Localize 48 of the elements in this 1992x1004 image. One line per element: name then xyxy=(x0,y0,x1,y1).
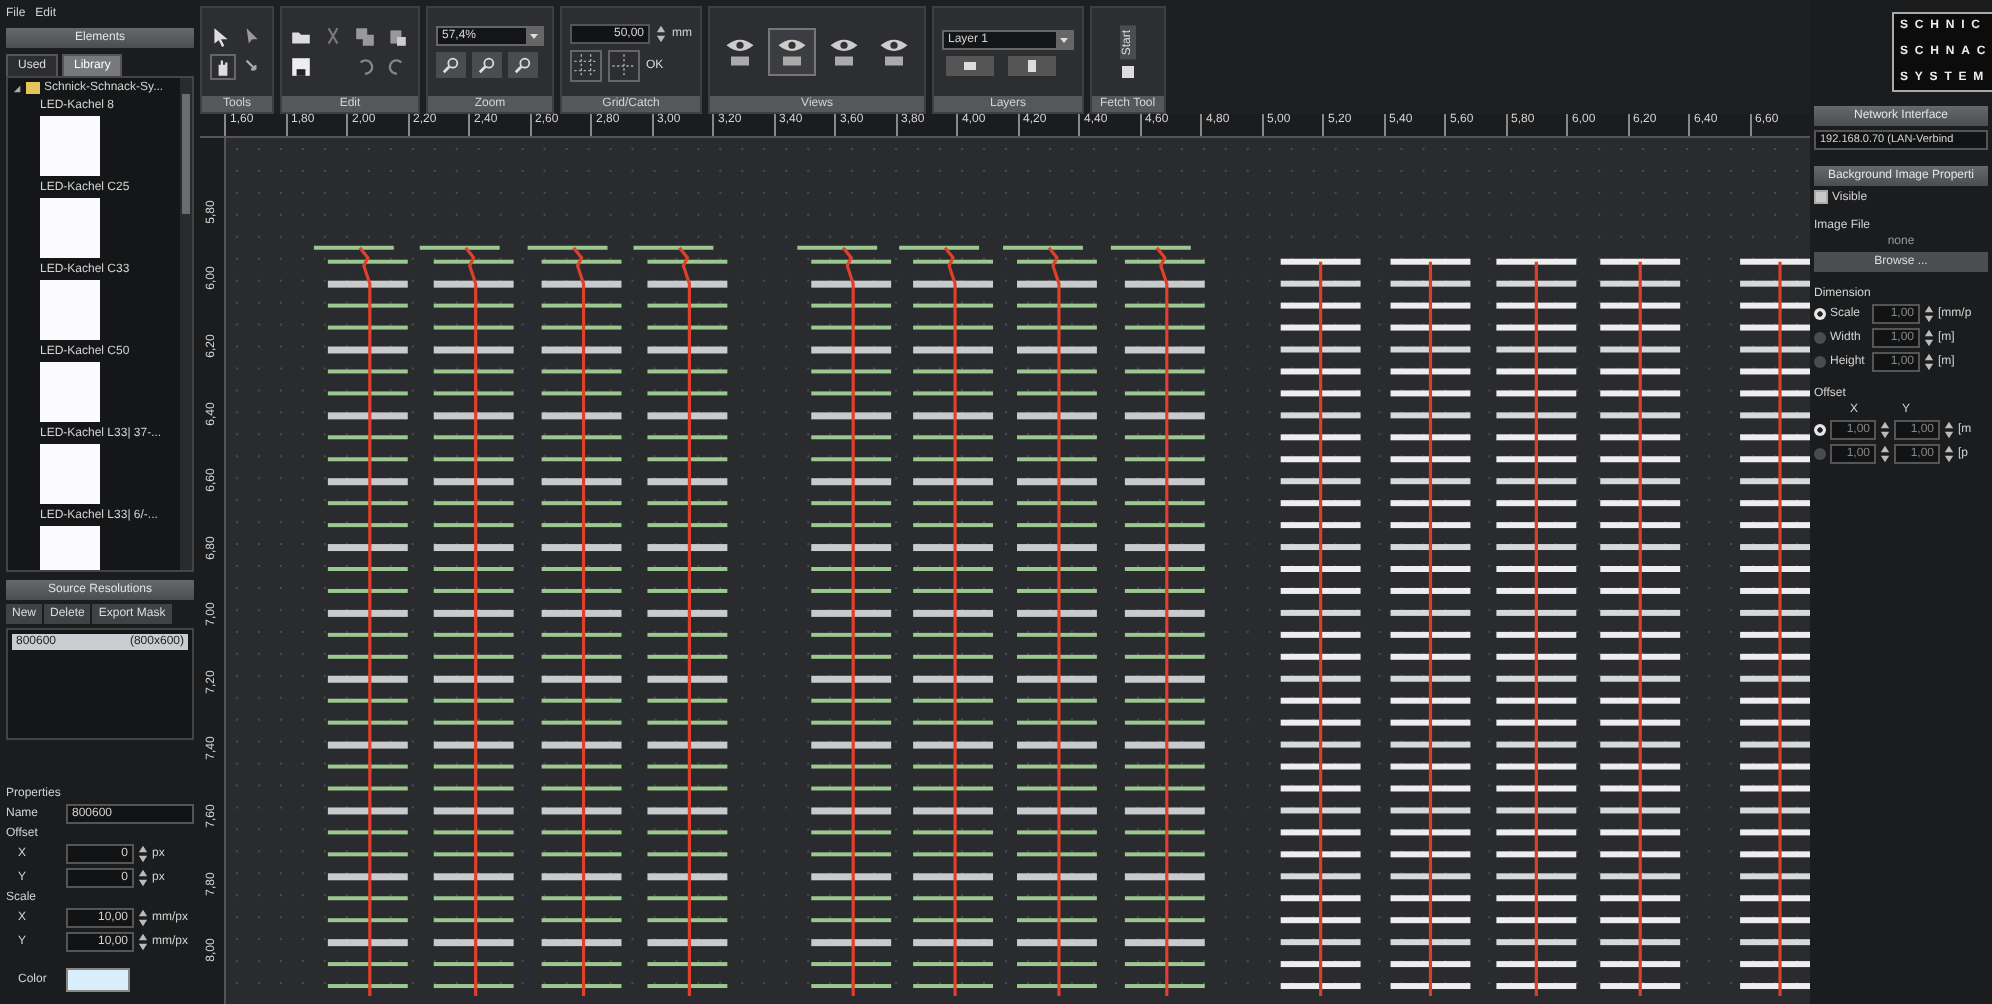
spin-arrows-icon[interactable] xyxy=(1924,328,1934,348)
tile-thumbnail[interactable] xyxy=(40,116,100,176)
copy-icon[interactable] xyxy=(354,26,376,48)
undo-icon[interactable] xyxy=(354,56,376,78)
checkbox[interactable] xyxy=(1814,190,1828,204)
tile-thumbnail[interactable] xyxy=(40,362,100,422)
tile-thumbnail[interactable] xyxy=(40,526,100,570)
tile-thumbnail[interactable] xyxy=(40,444,100,504)
spin-arrows-icon[interactable] xyxy=(1880,444,1890,464)
color-swatch[interactable] xyxy=(66,968,130,992)
scrollbar[interactable] xyxy=(180,78,192,570)
dropdown-arrow-icon[interactable] xyxy=(526,28,542,44)
radio-button[interactable] xyxy=(1814,332,1826,344)
spin-arrows-icon[interactable] xyxy=(1944,420,1954,440)
folder-icon xyxy=(26,82,40,94)
pointer-icon[interactable] xyxy=(210,25,232,47)
spin-arrows-icon[interactable] xyxy=(1880,420,1890,440)
radio-button[interactable] xyxy=(1814,308,1826,320)
magnifier-icon[interactable] xyxy=(472,52,502,78)
paste-icon[interactable] xyxy=(386,26,408,48)
expand-arrow-icon[interactable] xyxy=(12,83,22,93)
led-tiles-drawing[interactable] xyxy=(313,245,1810,996)
spin-arrows-icon[interactable] xyxy=(656,23,666,43)
dropdown-arrow-icon[interactable] xyxy=(1056,31,1072,47)
save-icon[interactable] xyxy=(290,56,312,78)
stop-icon[interactable] xyxy=(1121,65,1134,78)
eye-icon[interactable] xyxy=(768,28,816,76)
redo-icon[interactable] xyxy=(386,56,408,78)
tile-thumbnail[interactable] xyxy=(40,198,100,258)
tile-thumbnail[interactable] xyxy=(40,280,100,340)
magnifier-icon[interactable] xyxy=(436,52,466,78)
radio-button[interactable] xyxy=(1814,448,1826,460)
spin-arrows-icon[interactable] xyxy=(1924,352,1934,372)
spin-arrows-icon[interactable] xyxy=(138,932,148,952)
spin-arrows-icon[interactable] xyxy=(138,868,148,888)
hand-icon[interactable] xyxy=(210,53,236,79)
radio-button[interactable] xyxy=(1814,424,1826,436)
delete-layer-icon[interactable] xyxy=(1004,55,1060,75)
scissors-icon[interactable] xyxy=(322,26,344,48)
spin-arrows-icon[interactable] xyxy=(138,844,148,864)
grid-icon[interactable] xyxy=(570,49,602,81)
spin-arrows-icon[interactable] xyxy=(1924,304,1934,324)
magnifier-icon[interactable] xyxy=(508,52,538,78)
spin-arrows-icon[interactable] xyxy=(1944,444,1954,464)
radio-button[interactable] xyxy=(1814,356,1826,368)
add-layer-icon[interactable] xyxy=(942,55,998,75)
grid-icon[interactable] xyxy=(608,49,640,81)
spin-arrows-icon[interactable] xyxy=(138,908,148,928)
